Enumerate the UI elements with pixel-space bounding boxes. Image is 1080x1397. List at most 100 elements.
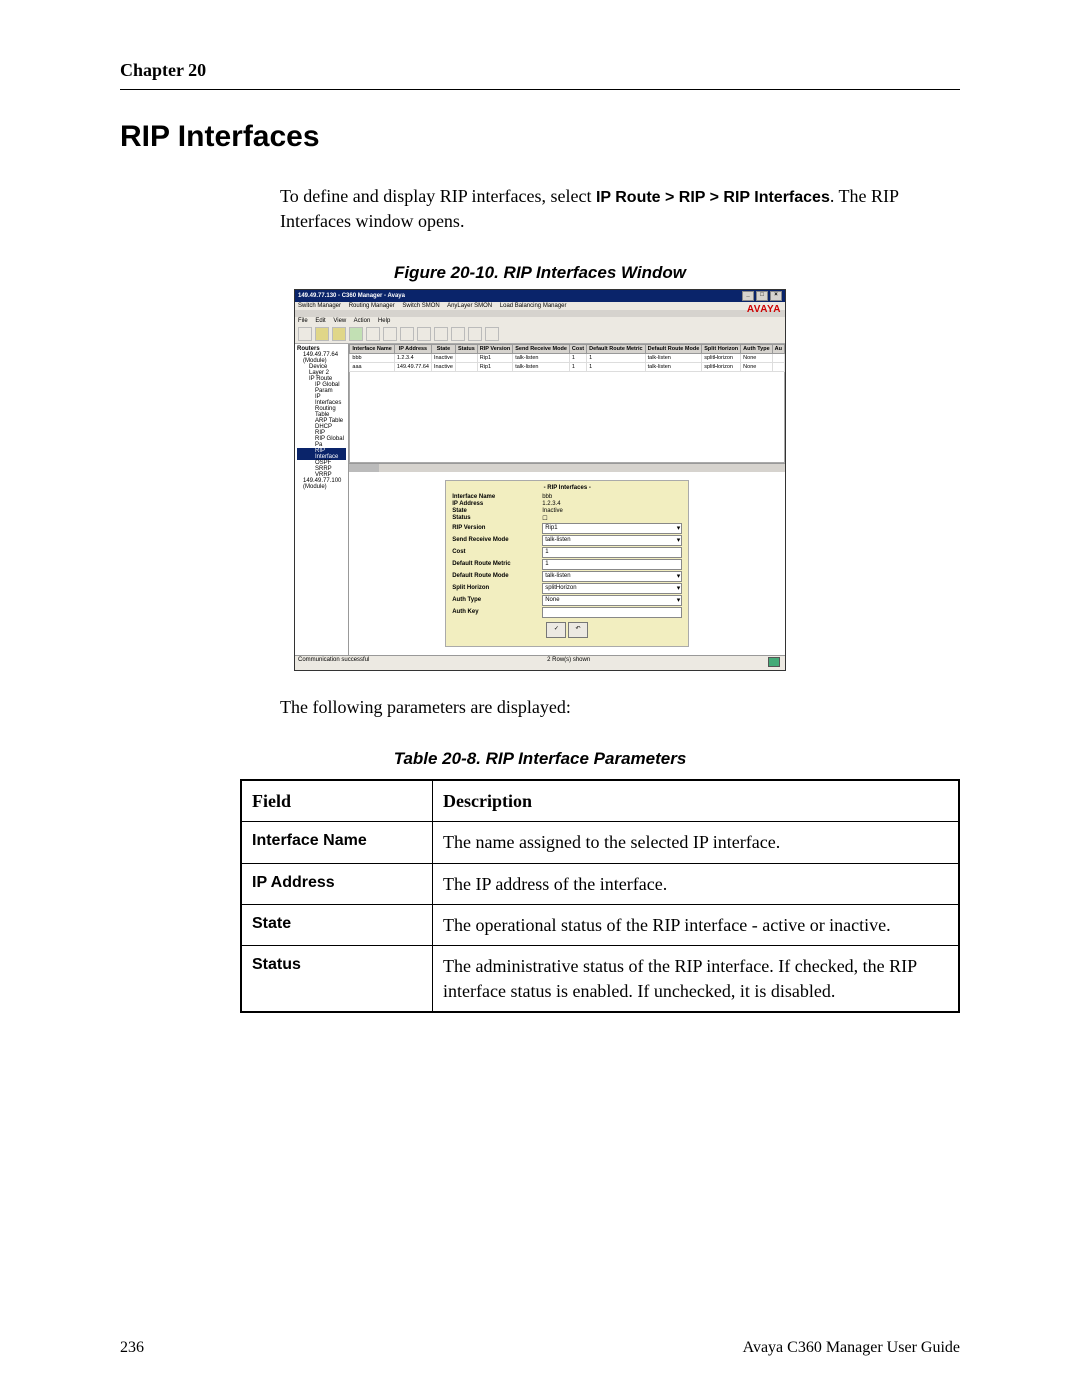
tool-icon[interactable] <box>332 327 346 341</box>
form-dropdown[interactable]: talk-listen <box>542 535 682 546</box>
app-tabs: Switch Manager Routing Manager Switch SM… <box>295 302 785 310</box>
form-dropdown[interactable]: splitHorizon <box>542 583 682 594</box>
grid-cell <box>455 353 477 362</box>
grid-header[interactable]: RIP Version <box>477 344 512 353</box>
grid-cell: aaa <box>350 362 394 371</box>
tab[interactable]: Load Balancing Manager <box>500 303 567 309</box>
toolbar <box>295 325 785 344</box>
tree-item[interactable]: RIP Global Pa <box>297 436 346 448</box>
form-input[interactable]: 1 <box>542 547 682 558</box>
tool-icon[interactable] <box>298 327 312 341</box>
tab[interactable]: Switch SMON <box>402 303 439 309</box>
form-input[interactable]: 1 <box>542 559 682 570</box>
menu-help[interactable]: Help <box>378 318 390 324</box>
rip-interfaces-window: 149.49.77.130 - C360 Manager - Avaya _ □… <box>294 289 786 671</box>
tab[interactable]: AnyLayer SMON <box>447 303 492 309</box>
form-dropdown[interactable]: Rip1 <box>542 523 682 534</box>
grid-cell: 149.49.77.64 <box>394 362 431 371</box>
window-titlebar: 149.49.77.130 - C360 Manager - Avaya _ □… <box>295 290 785 302</box>
grid-header[interactable]: Default Route Metric <box>587 344 645 353</box>
table-row[interactable]: aaa149.49.77.64InactiveRip1talk-listen11… <box>350 362 785 371</box>
intro-pre: To define and display RIP interfaces, se… <box>280 186 596 206</box>
grid-header[interactable]: Send Receive Mode <box>513 344 570 353</box>
minimize-icon[interactable]: _ <box>742 291 754 301</box>
grid-cell <box>455 362 477 371</box>
status-checkbox[interactable]: ☐ <box>542 515 682 522</box>
tree-item[interactable]: 149.49.77.64 (Module) <box>297 352 346 364</box>
grid-header[interactable]: Status <box>455 344 477 353</box>
grid-wrap: Interface NameIP AddressStateStatusRIP V… <box>349 344 785 472</box>
form-dropdown[interactable]: talk-listen <box>542 571 682 582</box>
tool-icon[interactable] <box>400 327 414 341</box>
tab[interactable]: Routing Manager <box>349 303 395 309</box>
form-value: Inactive <box>542 508 682 514</box>
tool-icon[interactable] <box>366 327 380 341</box>
tree-item[interactable]: Routing Table <box>297 406 346 418</box>
tab[interactable]: Switch Manager <box>298 303 341 309</box>
menu-action[interactable]: Action <box>354 318 371 324</box>
tool-icon[interactable] <box>485 327 499 341</box>
maximize-icon[interactable]: □ <box>756 291 768 301</box>
tree-item[interactable]: IP Interfaces <box>297 394 346 406</box>
form-row: Status☐ <box>452 515 682 522</box>
apply-button[interactable]: ✓ <box>546 622 566 638</box>
form-label: Send Receive Mode <box>452 537 542 543</box>
menu-file[interactable]: File <box>298 318 308 324</box>
tree-item[interactable]: IP Global Param <box>297 382 346 394</box>
tree-item[interactable]: 149.49.77.100 (Module) <box>297 478 346 490</box>
tool-icon[interactable] <box>434 327 448 341</box>
undo-button[interactable]: ↶ <box>568 622 588 638</box>
grid-cell: bbb <box>350 353 394 362</box>
nav-tree[interactable]: Routers149.49.77.64 (Module)DeviceLayer … <box>295 344 349 655</box>
grid-cell: Rip1 <box>477 362 512 371</box>
form-row: Split HorizonsplitHorizon <box>452 583 682 594</box>
menu-edit[interactable]: Edit <box>315 318 325 324</box>
form-row: Auth Key <box>452 607 682 618</box>
grid-cell: splitHorizon <box>702 362 741 371</box>
close-icon[interactable]: × <box>770 291 782 301</box>
tool-icon[interactable] <box>417 327 431 341</box>
tool-icon[interactable] <box>451 327 465 341</box>
param-field: Status <box>241 946 433 1012</box>
main-panel: Interface NameIP AddressStateStatusRIP V… <box>349 344 785 655</box>
form-dropdown[interactable]: None <box>542 595 682 606</box>
tree-item[interactable]: RIP Interface <box>297 448 346 460</box>
form-row: Interface Namebbb <box>452 494 682 500</box>
rip-grid[interactable]: Interface NameIP AddressStateStatusRIP V… <box>349 344 785 372</box>
grid-cell: None <box>741 362 772 371</box>
grid-header[interactable]: Interface Name <box>350 344 394 353</box>
form-row: Default Route Metric1 <box>452 559 682 570</box>
grid-header[interactable]: Auth Type <box>741 344 772 353</box>
grid-header[interactable]: State <box>431 344 455 353</box>
params-head-desc: Description <box>433 780 960 822</box>
grid-header[interactable]: Default Route Mode <box>645 344 702 353</box>
grid-header[interactable]: IP Address <box>394 344 431 353</box>
tool-icon[interactable] <box>383 327 397 341</box>
form-input[interactable] <box>542 607 682 618</box>
tool-icon[interactable] <box>468 327 482 341</box>
grid-cell: 1 <box>569 353 586 362</box>
intro-menu-path: IP Route > RIP > RIP Interfaces <box>596 189 830 206</box>
form-title: - RIP Interfaces - <box>452 485 682 491</box>
intro-paragraph: To define and display RIP interfaces, se… <box>280 184 960 233</box>
param-field: State <box>241 905 433 946</box>
form-label: Auth Key <box>452 609 542 615</box>
grid-cell: Rip1 <box>477 353 512 362</box>
form-label: Cost <box>452 549 542 555</box>
rip-form: - RIP Interfaces - Interface NamebbbIP A… <box>445 480 689 647</box>
menu-view[interactable]: View <box>333 318 346 324</box>
status-left: Communication successful <box>298 657 369 669</box>
scrollbar-horizontal[interactable] <box>349 463 785 472</box>
param-desc: The operational status of the RIP interf… <box>433 905 960 946</box>
grid-cell: Inactive <box>431 362 455 371</box>
grid-header[interactable]: Au <box>772 344 784 353</box>
tool-icon[interactable] <box>349 327 363 341</box>
table-row[interactable]: bbb1.2.3.4InactiveRip1talk-listen11talk-… <box>350 353 785 362</box>
param-field: Interface Name <box>241 822 433 863</box>
grid-header[interactable]: Cost <box>569 344 586 353</box>
grid-cell <box>772 353 784 362</box>
tool-icon[interactable] <box>315 327 329 341</box>
guide-title: Avaya C360 Manager User Guide <box>743 1339 960 1357</box>
window-buttons: _ □ × <box>742 291 782 301</box>
grid-header[interactable]: Split Horizon <box>702 344 741 353</box>
